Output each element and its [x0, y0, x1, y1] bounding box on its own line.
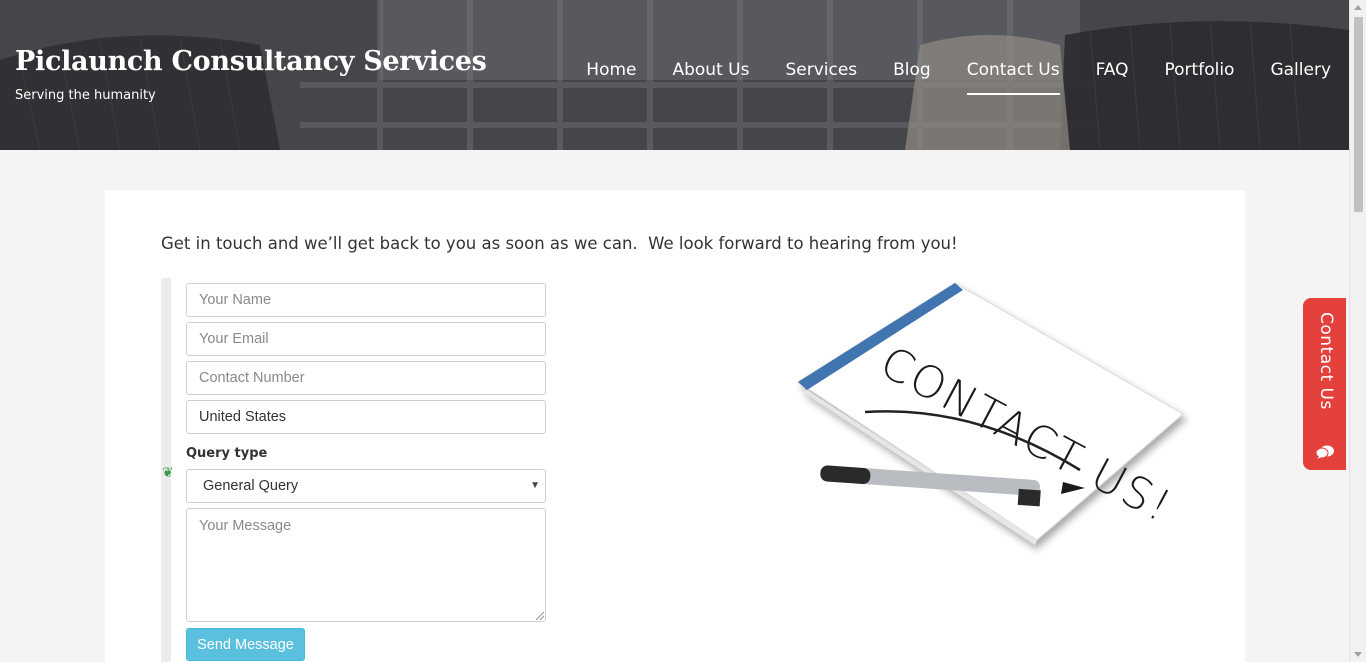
- site-header: Piclaunch Consultancy Services Serving t…: [0, 0, 1349, 150]
- scroll-down-arrow-icon[interactable]: [1354, 652, 1362, 657]
- scroll-up-arrow-icon[interactable]: [1354, 5, 1362, 10]
- textarea-resize-grip-icon[interactable]: [536, 612, 544, 620]
- site-tagline: Serving the humanity: [15, 88, 156, 103]
- nav-item-home[interactable]: Home: [586, 60, 636, 80]
- main-navigation: Home About Us Services Blog Contact Us F…: [586, 60, 1331, 95]
- contact-us-side-tab-label: Contact Us: [1316, 312, 1336, 410]
- nav-item-portfolio[interactable]: Portfolio: [1165, 60, 1235, 80]
- query-type-selected-value: General Query: [203, 478, 299, 494]
- query-type-label: Query type: [186, 446, 268, 461]
- contact-form: ❦ Query type General Query ▼ Send Messag…: [161, 278, 561, 662]
- contact-number-input[interactable]: [186, 361, 546, 395]
- nav-item-contact-us[interactable]: Contact Us: [966, 60, 1060, 95]
- query-type-select[interactable]: General Query ▼: [186, 469, 546, 503]
- dropdown-arrow-icon: ▼: [530, 480, 540, 491]
- send-message-button[interactable]: Send Message: [186, 628, 305, 661]
- nav-item-services[interactable]: Services: [785, 60, 857, 80]
- nav-item-gallery[interactable]: Gallery: [1270, 60, 1331, 80]
- page-scrollbar[interactable]: [1349, 0, 1366, 662]
- scroll-thumb[interactable]: [1354, 17, 1363, 212]
- site-title[interactable]: Piclaunch Consultancy Services: [15, 46, 487, 77]
- nav-item-faq[interactable]: FAQ: [1096, 60, 1129, 80]
- country-input[interactable]: [186, 400, 546, 434]
- nav-item-about-us[interactable]: About Us: [672, 60, 749, 80]
- email-input[interactable]: [186, 322, 546, 356]
- contact-us-side-tab[interactable]: Contact Us: [1303, 298, 1346, 470]
- name-input[interactable]: [186, 283, 546, 317]
- contact-us-notepad-illustration: CONTACT US!: [797, 282, 1184, 545]
- nav-item-blog[interactable]: Blog: [893, 60, 931, 80]
- message-textarea[interactable]: [186, 508, 546, 622]
- contact-content-card: Get in touch and we’ll get back to you a…: [105, 190, 1245, 662]
- leaf-decoration-icon: ❦: [162, 464, 174, 480]
- chat-bubble-icon: [1315, 445, 1334, 459]
- intro-text: Get in touch and we’ll get back to you a…: [161, 234, 958, 253]
